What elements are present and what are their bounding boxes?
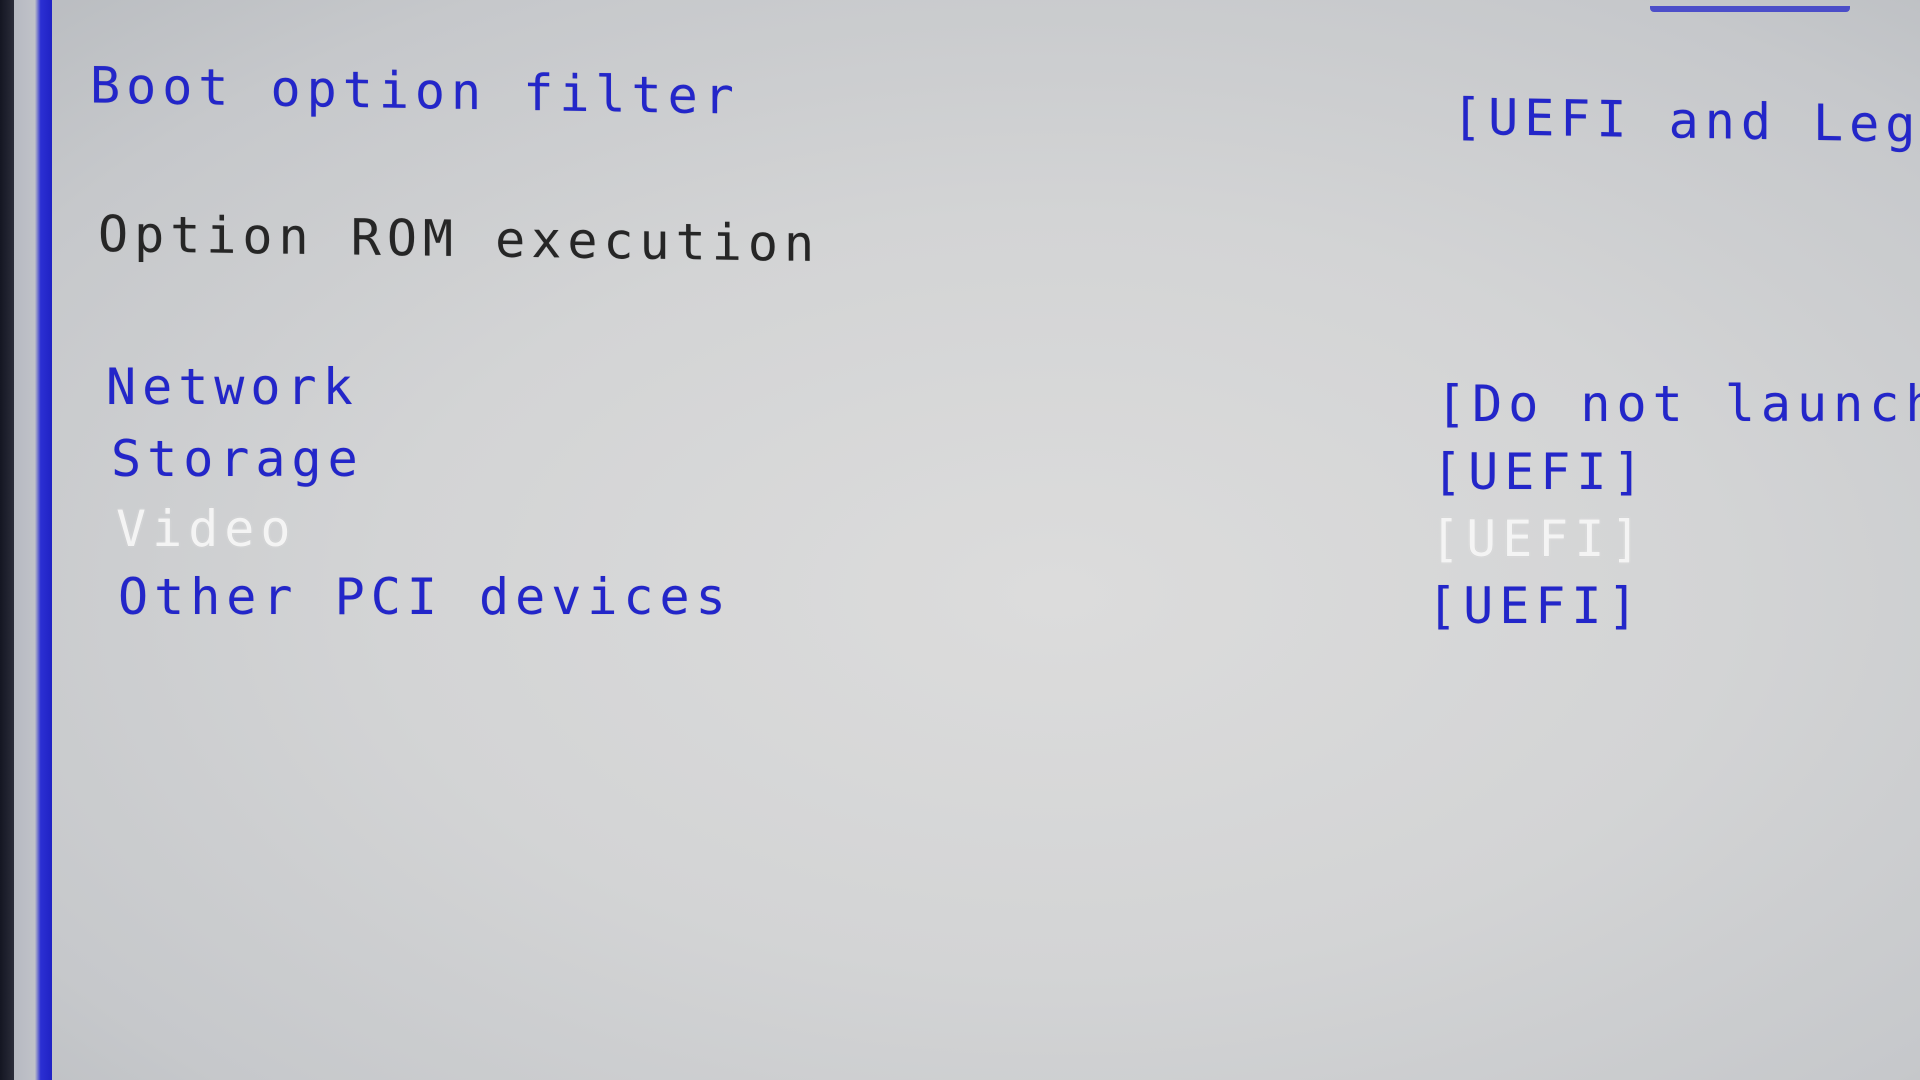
panel-border <box>14 0 52 1080</box>
bios-screen: Boot option filter [UEFI and Lega Option… <box>0 0 1920 1080</box>
storage-option-label[interactable]: Storage <box>111 430 364 488</box>
video-option-value-selected[interactable]: [UEFI] <box>1430 510 1647 568</box>
other-pci-devices-option-value[interactable]: [UEFI] <box>1427 577 1644 635</box>
option-rom-execution-heading: Option ROM execution <box>98 204 821 274</box>
other-pci-devices-option-label[interactable]: Other PCI devices <box>118 568 732 626</box>
video-option-label-selected[interactable]: Video <box>116 500 297 558</box>
monitor-bezel <box>0 0 14 1080</box>
network-option-label[interactable]: Network <box>106 358 359 416</box>
storage-option-value[interactable]: [UEFI] <box>1432 443 1649 501</box>
cropped-text-fragment <box>1650 0 1850 12</box>
boot-option-filter-value[interactable]: [UEFI and Lega <box>1452 88 1920 155</box>
boot-option-filter-label[interactable]: Boot option filter <box>90 56 740 125</box>
network-option-value[interactable]: [Do not launch] <box>1436 375 1920 433</box>
